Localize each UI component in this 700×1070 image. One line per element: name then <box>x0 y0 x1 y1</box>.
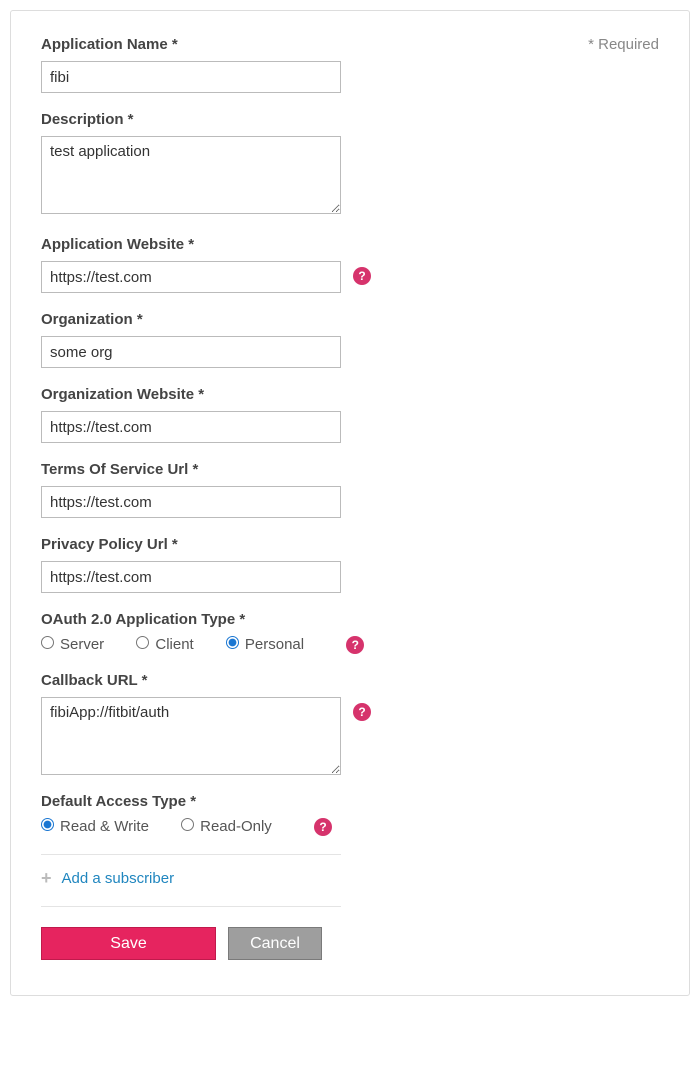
form-container: * Required Application Name * Descriptio… <box>10 10 690 996</box>
plus-icon: + <box>41 869 52 887</box>
label-app-name: Application Name * <box>41 36 659 53</box>
radio-input-client[interactable] <box>136 636 149 649</box>
required-note: * Required <box>588 36 659 53</box>
label-description: Description * <box>41 111 659 128</box>
radio-label-server: Server <box>60 636 104 653</box>
field-access-type: Default Access Type * Read & Write Read-… <box>41 793 659 836</box>
cancel-button[interactable]: Cancel <box>228 927 322 960</box>
radio-input-personal[interactable] <box>226 636 239 649</box>
input-privacy-url[interactable] <box>41 561 341 593</box>
radio-label-read-only: Read-Only <box>200 818 272 835</box>
input-description[interactable] <box>41 136 341 214</box>
divider <box>41 906 341 907</box>
help-icon[interactable]: ? <box>346 636 364 654</box>
help-icon[interactable]: ? <box>353 703 371 721</box>
label-org-website: Organization Website * <box>41 386 659 403</box>
input-tos-url[interactable] <box>41 486 341 518</box>
field-oauth-type: OAuth 2.0 Application Type * Server Clie… <box>41 611 659 654</box>
save-button[interactable]: Save <box>41 927 216 960</box>
label-access-type: Default Access Type * <box>41 793 659 810</box>
field-privacy-url: Privacy Policy Url * <box>41 536 659 593</box>
field-organization: Organization * <box>41 311 659 368</box>
label-tos-url: Terms Of Service Url * <box>41 461 659 478</box>
field-description: Description * <box>41 111 659 218</box>
field-app-name: Application Name * <box>41 36 659 93</box>
radio-input-server[interactable] <box>41 636 54 649</box>
add-subscriber-link[interactable]: + Add a subscriber <box>41 869 174 887</box>
field-app-website: Application Website * ? <box>41 236 659 293</box>
radio-client[interactable]: Client <box>136 636 193 653</box>
radio-label-personal: Personal <box>245 636 304 653</box>
radio-server[interactable]: Server <box>41 636 104 653</box>
label-app-website: Application Website * <box>41 236 659 253</box>
radio-read-write[interactable]: Read & Write <box>41 818 149 835</box>
help-icon[interactable]: ? <box>353 267 371 285</box>
radio-personal[interactable]: Personal <box>226 636 304 653</box>
radio-label-client: Client <box>155 636 193 653</box>
radio-label-read-write: Read & Write <box>60 818 149 835</box>
input-callback-url[interactable] <box>41 697 341 775</box>
input-organization[interactable] <box>41 336 341 368</box>
radio-read-only[interactable]: Read-Only <box>181 818 272 835</box>
radio-input-read-only[interactable] <box>181 818 194 831</box>
label-oauth-type: OAuth 2.0 Application Type * <box>41 611 659 628</box>
label-privacy-url: Privacy Policy Url * <box>41 536 659 553</box>
add-subscriber-label: Add a subscriber <box>62 870 175 887</box>
field-tos-url: Terms Of Service Url * <box>41 461 659 518</box>
input-app-website[interactable] <box>41 261 341 293</box>
radio-input-read-write[interactable] <box>41 818 54 831</box>
button-row: Save Cancel <box>41 927 659 960</box>
divider <box>41 854 341 855</box>
input-org-website[interactable] <box>41 411 341 443</box>
field-callback-url: Callback URL * ? <box>41 672 659 775</box>
field-org-website: Organization Website * <box>41 386 659 443</box>
label-organization: Organization * <box>41 311 659 328</box>
label-callback-url: Callback URL * <box>41 672 659 689</box>
help-icon[interactable]: ? <box>314 818 332 836</box>
input-app-name[interactable] <box>41 61 341 93</box>
